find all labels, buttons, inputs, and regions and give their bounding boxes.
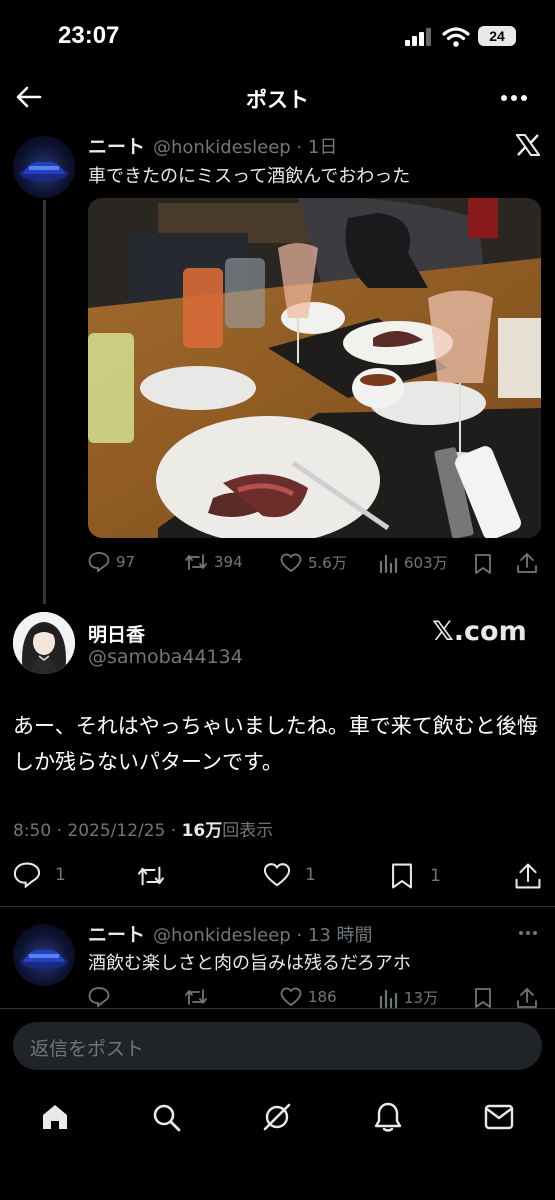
battery-icon: 24	[478, 26, 516, 46]
author-handle[interactable]: @samoba44134	[88, 646, 243, 668]
like-count: 1	[305, 865, 316, 885]
notifications-icon[interactable]	[373, 1101, 403, 1133]
reply-icon	[88, 552, 110, 572]
reply-placeholder: 返信をポスト	[30, 1038, 145, 1060]
avatar[interactable]	[13, 924, 75, 986]
views-button[interactable]: 13万	[378, 987, 438, 1008]
like-button[interactable]: 1	[263, 862, 316, 888]
heart-icon	[280, 553, 302, 572]
main-avatar[interactable]	[13, 612, 75, 674]
grok-icon[interactable]	[261, 1101, 293, 1133]
home-icon[interactable]	[40, 1102, 70, 1132]
divider	[0, 906, 555, 907]
reply-button[interactable]: 1	[13, 862, 66, 888]
views-button[interactable]: 603万	[378, 552, 448, 573]
more-options-icon[interactable]	[518, 930, 538, 936]
like-count: 5.6万	[308, 554, 347, 572]
view-count: 13万	[404, 989, 439, 1007]
author-name[interactable]: ニート	[88, 920, 145, 947]
repost-icon	[185, 554, 207, 570]
tweet-text: 車できたのにミスって酒飲んでおわった	[88, 166, 411, 187]
like-count: 186	[308, 988, 337, 1006]
author-handle[interactable]: @honkidesleep · 1日	[153, 133, 337, 159]
bottom-nav	[0, 1082, 555, 1200]
author-name[interactable]: ニート	[88, 132, 145, 159]
author-handle[interactable]: @honkidesleep · 13 時間	[153, 921, 373, 947]
tweet-text: 酒飲む楽しさと肉の旨みは残るだろアホ	[88, 953, 411, 974]
timestamp-text: 8:50 · 2025/12/25 ·	[13, 821, 182, 841]
tweet-photo[interactable]	[88, 198, 541, 538]
bookmark-button[interactable]: 1	[390, 862, 441, 890]
bookmark-icon	[392, 863, 412, 889]
share-icon[interactable]	[516, 552, 538, 574]
signal-icon	[405, 28, 433, 46]
analytics-icon	[379, 989, 398, 1008]
avatar[interactable]	[13, 136, 75, 198]
views-suffix: 回表示	[222, 821, 274, 841]
repost-count: 394	[214, 553, 243, 571]
page-title: ポスト	[246, 88, 309, 112]
x-logo-icon	[516, 134, 540, 156]
like-button[interactable]: 186	[280, 987, 337, 1007]
search-icon[interactable]	[151, 1102, 181, 1132]
bookmark-count: 1	[430, 866, 441, 886]
reply-button[interactable]: 97	[88, 552, 135, 572]
main-tweet-text: あー、それはやっちゃいましたね。車で来て飲むと後悔しか残らないパターンです。	[13, 714, 538, 774]
like-button[interactable]: 5.6万	[280, 552, 347, 573]
bookmark-icon[interactable]	[474, 987, 492, 1009]
wifi-icon	[442, 26, 470, 48]
reply-count: 1	[55, 865, 66, 885]
status-time: 23:07	[58, 22, 120, 49]
analytics-icon	[379, 554, 398, 573]
reply-icon	[13, 862, 41, 888]
bookmark-icon[interactable]	[474, 553, 492, 575]
heart-icon	[280, 987, 302, 1007]
thread-line	[43, 200, 46, 604]
repost-button[interactable]: 394	[184, 552, 243, 572]
share-icon[interactable]	[514, 862, 542, 890]
repost-icon[interactable]	[136, 864, 166, 888]
heart-icon	[263, 863, 291, 887]
x-com-logo: 𝕏.com	[432, 616, 527, 647]
author-name[interactable]: 明日香	[88, 620, 145, 647]
views-count: 16万	[181, 821, 223, 841]
tweet-timestamp[interactable]: 8:50 · 2025/12/25 · 16万回表示	[13, 816, 273, 841]
reply-icon[interactable]	[88, 987, 110, 1007]
messages-icon[interactable]	[484, 1104, 514, 1130]
repost-icon[interactable]	[184, 987, 208, 1007]
more-options-icon[interactable]	[500, 94, 528, 102]
share-icon[interactable]	[516, 987, 538, 1009]
reply-count: 97	[116, 553, 136, 571]
view-count: 603万	[404, 554, 448, 572]
